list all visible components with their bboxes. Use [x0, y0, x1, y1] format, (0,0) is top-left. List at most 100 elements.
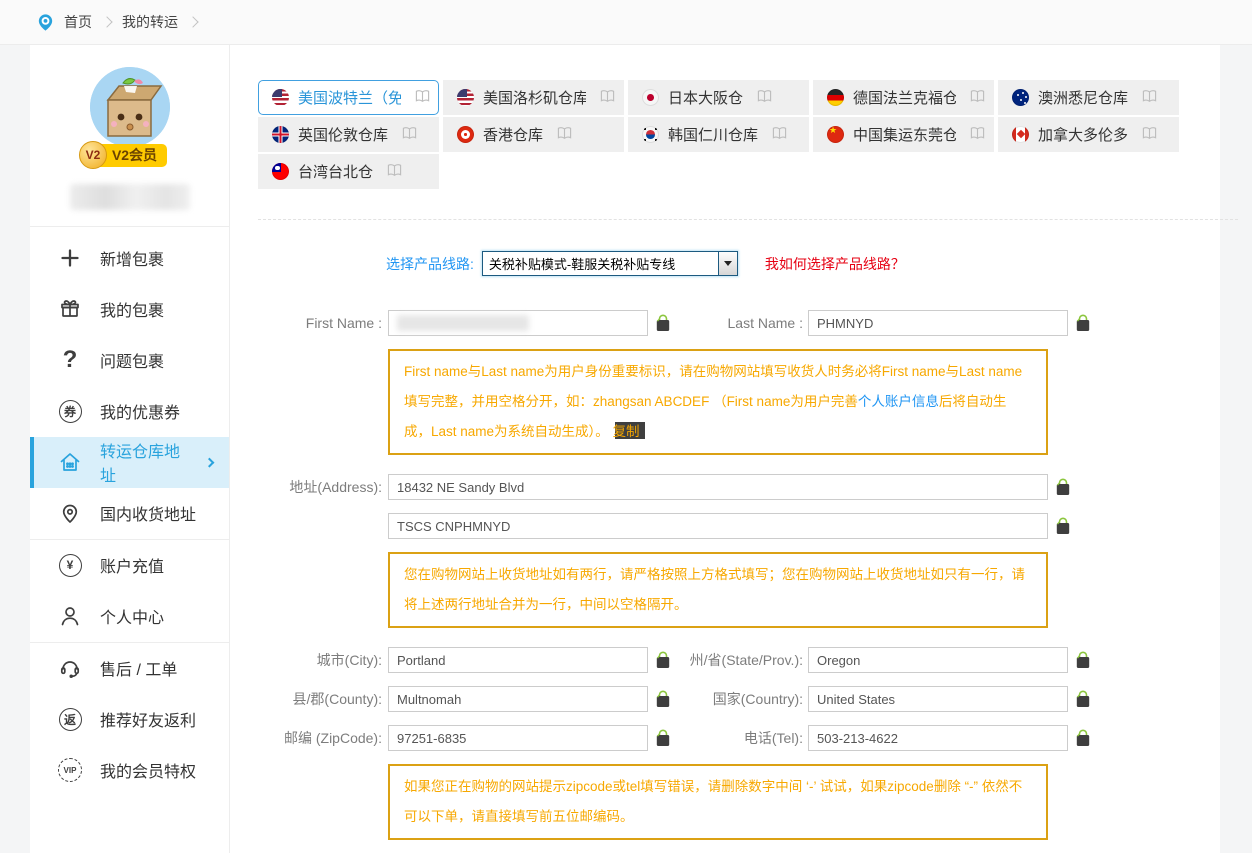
sidebar-item-label: 推荐好友返利: [100, 707, 196, 731]
zipcode-notice: 如果您正在购物的网站提示zipcode或tel填写错误，请删除数字中间 ‘-’ …: [388, 764, 1048, 840]
sidebar-item-label: 转运仓库地址: [100, 438, 189, 486]
county-field[interactable]: Multnomah: [388, 686, 648, 712]
address-book-icon[interactable]: [1142, 126, 1157, 144]
plus-icon: [57, 246, 83, 270]
city-state-row: 城市(City): Portland 州/省(State/Prov.): Ore…: [258, 647, 1238, 673]
flag-ca-icon: [1012, 126, 1029, 143]
membership-badge: V2 V2会员: [92, 144, 167, 167]
tab-tw-taipei[interactable]: 台湾台北仓: [258, 154, 439, 189]
sidebar-item-aftersale-ticket[interactable]: 售后 / 工单: [30, 643, 229, 694]
sidebar-item-add-package[interactable]: 新增包裹: [30, 233, 229, 284]
breadcrumb-home[interactable]: 首页: [64, 12, 92, 32]
address-book-icon[interactable]: [970, 89, 985, 107]
copy-icon[interactable]: [1075, 729, 1091, 747]
warehouse-address-form: First Name : Last Name : PHMNYD First na…: [258, 310, 1238, 853]
flag-uk-icon: [272, 126, 289, 143]
page-card: V2 V2会员 新增包裹 我的包裹 ? 问题包裹: [30, 45, 1220, 853]
address-book-icon[interactable]: [402, 126, 417, 144]
chevron-right-icon: [187, 16, 198, 27]
address-book-icon[interactable]: [772, 126, 787, 144]
sidebar-item-label: 我的优惠券: [100, 399, 180, 423]
user-icon: [57, 604, 83, 628]
flag-jp-icon: [642, 89, 659, 106]
tab-cn-dongguan[interactable]: 中国集运东莞仓: [813, 117, 994, 152]
account-info-link[interactable]: 个人账户信息: [858, 394, 939, 409]
sidebar-menu: 新增包裹 我的包裹 ? 问题包裹 券 我的优惠券: [30, 227, 229, 802]
address-book-icon[interactable]: [600, 89, 615, 107]
sidebar-item-problem-packages[interactable]: ? 问题包裹: [30, 335, 229, 386]
tab-hk[interactable]: 香港仓库: [443, 117, 624, 152]
first-name-field[interactable]: [388, 310, 648, 336]
breadcrumb-current[interactable]: 我的转运: [122, 12, 178, 32]
sidebar-item-my-packages[interactable]: 我的包裹: [30, 284, 229, 335]
tab-au-sydney[interactable]: 澳洲悉尼仓库: [998, 80, 1179, 115]
tab-label: 美国波特兰（免...: [298, 87, 401, 108]
dropdown-arrow-icon[interactable]: [718, 252, 737, 275]
tab-label: 台湾台北仓: [298, 161, 373, 182]
rebate-icon: 返: [57, 708, 83, 731]
tab-jp-osaka[interactable]: 日本大阪仓: [628, 80, 809, 115]
avatar: [90, 67, 170, 147]
state-field[interactable]: Oregon: [808, 647, 1068, 673]
tab-ca-toronto[interactable]: 加拿大多伦多: [998, 117, 1179, 152]
tab-label: 美国洛杉矶仓库: [483, 87, 586, 108]
flag-hk-icon: [457, 126, 474, 143]
warehouse-icon: [57, 450, 83, 474]
tab-kr-incheon[interactable]: 韩国仁川仓库: [628, 117, 809, 152]
tab-us-portland[interactable]: 美国波特兰（免...: [258, 80, 439, 115]
address-line1-field[interactable]: 18432 NE Sandy Blvd: [388, 474, 1048, 500]
sidebar-item-personal-center[interactable]: 个人中心: [30, 591, 229, 642]
copy-icon[interactable]: [1055, 478, 1071, 496]
tab-label: 澳洲悉尼仓库: [1038, 87, 1128, 108]
sidebar-item-label: 我的会员特权: [100, 758, 196, 782]
tab-us-losangeles[interactable]: 美国洛杉矶仓库: [443, 80, 624, 115]
sidebar-item-member-privileges[interactable]: VIP 我的会员特权: [30, 745, 229, 796]
chevron-right-icon: [101, 16, 112, 27]
address-book-icon[interactable]: [1142, 89, 1157, 107]
sidebar-item-domestic-address[interactable]: 国内收货地址: [30, 488, 229, 539]
copy-icon[interactable]: [655, 651, 671, 669]
tab-label: 英国伦敦仓库: [298, 124, 388, 145]
city-field[interactable]: Portland: [388, 647, 648, 673]
sidebar-item-label: 个人中心: [100, 604, 164, 628]
zipcode-field[interactable]: 97251-6835: [388, 725, 648, 751]
copy-icon[interactable]: [655, 314, 671, 332]
copy-icon[interactable]: [1055, 517, 1071, 535]
address-book-icon[interactable]: [970, 126, 985, 144]
tab-label: 日本大阪仓: [668, 87, 743, 108]
dashed-divider: [258, 219, 1238, 220]
copy-icon[interactable]: [1075, 314, 1091, 332]
product-line-selected: 关税补贴模式-鞋服关税补贴专线: [483, 252, 718, 275]
address-book-icon[interactable]: [387, 163, 402, 181]
tel-field[interactable]: 503-213-4622: [808, 725, 1068, 751]
address-book-icon[interactable]: [557, 126, 572, 144]
copy-icon[interactable]: [1075, 651, 1091, 669]
flag-au-icon: [1012, 89, 1029, 106]
copy-icon[interactable]: [655, 729, 671, 747]
product-line-row: 选择产品线路: 关税补贴模式-鞋服关税补贴专线 我如何选择产品线路？: [386, 251, 1238, 276]
address-line2-field[interactable]: TSCS CNPHMNYD: [388, 513, 1048, 539]
product-line-select[interactable]: 关税补贴模式-鞋服关税补贴专线: [482, 251, 738, 276]
address-label: 地址(Address):: [258, 477, 382, 497]
sidebar-item-coupons[interactable]: 券 我的优惠券: [30, 386, 229, 437]
sidebar-item-recharge[interactable]: ¥ 账户充值: [30, 540, 229, 591]
address-book-icon[interactable]: [415, 89, 430, 107]
copy-link[interactable]: 复制: [613, 424, 640, 439]
country-field[interactable]: United States: [808, 686, 1068, 712]
tab-de-frankfurt[interactable]: 德国法兰克福仓库: [813, 80, 994, 115]
copy-icon[interactable]: [1075, 690, 1091, 708]
flag-cn-icon: [827, 126, 844, 143]
product-line-help-link[interactable]: 我如何选择产品线路？: [765, 254, 905, 274]
sidebar-item-warehouse-address[interactable]: 转运仓库地址: [30, 437, 229, 488]
copy-icon[interactable]: [655, 690, 671, 708]
last-name-field[interactable]: PHMNYD: [808, 310, 1068, 336]
city-label: 城市(City):: [258, 650, 382, 670]
tab-uk-london[interactable]: 英国伦敦仓库: [258, 117, 439, 152]
sidebar-item-referral-rebate[interactable]: 返 推荐好友返利: [30, 694, 229, 745]
sidebar-item-label: 国内收货地址: [100, 501, 196, 525]
tab-label: 韩国仁川仓库: [668, 124, 758, 145]
state-label: 州/省(State/Prov.):: [683, 650, 803, 670]
county-label: 县/郡(County):: [258, 689, 382, 709]
product-line-label: 选择产品线路:: [386, 254, 474, 274]
address-book-icon[interactable]: [757, 89, 772, 107]
